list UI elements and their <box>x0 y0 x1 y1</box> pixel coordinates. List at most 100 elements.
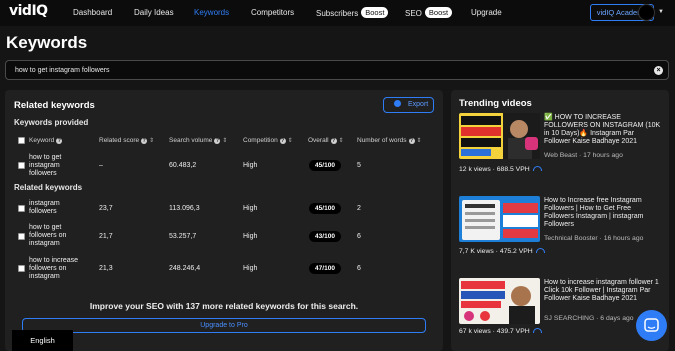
video-title[interactable]: How to increase instagram follower 1 Cli… <box>544 279 662 303</box>
nav-dashboard[interactable]: Dashboard <box>73 8 112 17</box>
keyword-cell[interactable]: how to get followers on instagram <box>29 224 89 248</box>
trending-videos-title: Trending videos <box>459 98 532 109</box>
search-volume-cell: 60.483,2 <box>169 162 197 169</box>
video-thumbnail[interactable] <box>459 278 540 324</box>
export-button[interactable]: Export <box>383 97 434 113</box>
video-stats: 67 k views · 439.7 VPH <box>459 328 542 335</box>
help-icon[interactable]: ? <box>330 138 337 144</box>
row-checkbox[interactable] <box>18 205 25 212</box>
overall-score-badge: 45/100 <box>309 160 341 171</box>
search-value[interactable]: how to get instagram followers <box>15 67 110 74</box>
help-icon[interactable]: ? <box>279 138 286 144</box>
nav-keywords[interactable]: Keywords <box>194 8 229 17</box>
video-vph: 688.5 VPH <box>496 166 530 173</box>
keyword-cell[interactable]: how to get instagram followers <box>29 154 89 178</box>
sort-icon[interactable]: ⇕ <box>417 138 422 144</box>
search-volume-cell: 53.257,7 <box>169 233 197 240</box>
help-icon[interactable]: ? <box>141 138 148 144</box>
col-competition[interactable]: Competition? ⇕ <box>243 137 293 144</box>
related-keywords-label: Related keywords <box>14 183 83 192</box>
related-score-cell: 23,7 <box>99 205 113 212</box>
video-thumbnail[interactable] <box>459 113 540 159</box>
related-score-cell: 21,7 <box>99 233 113 240</box>
video-age: 16 hours ago <box>603 235 644 242</box>
sort-icon[interactable]: ⇕ <box>288 138 293 144</box>
word-count-cell: 6 <box>357 233 361 240</box>
nav-daily-ideas[interactable]: Daily Ideas <box>134 8 174 17</box>
chat-button[interactable] <box>636 310 667 341</box>
video-channel[interactable]: SJ SEARCHING <box>544 315 594 322</box>
col-keyword-label: Keyword <box>29 137 55 144</box>
video-channel[interactable]: Web Beast <box>544 152 577 159</box>
chat-icon <box>644 318 659 332</box>
related-score-cell: 21,3 <box>99 265 113 272</box>
search-volume-cell: 113.096,3 <box>169 205 200 212</box>
video-stats: 7,7 K views · 475.2 VPH <box>459 248 545 255</box>
vph-gauge-icon <box>532 328 542 333</box>
video-thumbnail[interactable] <box>459 196 540 242</box>
help-icon[interactable]: ? <box>408 138 415 144</box>
video-title[interactable]: ✅ HOW TO INCREASE FOLLOWERS ON INSTAGRAM… <box>544 114 662 146</box>
row-checkbox[interactable] <box>18 162 25 169</box>
thumbnail-image <box>459 278 540 324</box>
select-all-checkbox[interactable] <box>18 137 25 144</box>
upgrade-to-pro-button[interactable]: Upgrade to Pro <box>22 318 426 333</box>
vidiq-logo[interactable]: vidIQ <box>9 3 48 19</box>
nav-seo[interactable]: SEO Boost <box>405 7 453 19</box>
thumbnail-image <box>459 113 540 159</box>
keyword-cell[interactable]: how to increase followers on instagram <box>29 257 95 281</box>
chevron-down-icon[interactable]: ▼ <box>658 9 664 15</box>
help-icon[interactable]: ? <box>56 138 63 144</box>
competition-cell: High <box>243 162 258 169</box>
nav-competitors[interactable]: Competitors <box>251 8 294 17</box>
competition-cell: High <box>243 233 258 240</box>
col-related-score[interactable]: Related score? ⇕ <box>99 137 154 144</box>
help-icon[interactable]: ? <box>214 138 221 144</box>
col-keyword[interactable]: Keyword? <box>29 137 63 144</box>
overall-score-badge: 43/100 <box>309 231 341 242</box>
search-volume-cell: 248.246,4 <box>169 265 201 272</box>
col-overall-label: Overall <box>308 137 329 144</box>
competition-cell: High <box>243 205 258 212</box>
search-input[interactable]: how to get instagram followers × <box>5 60 669 80</box>
col-number-of-words-label: Number of words <box>357 137 407 144</box>
col-overall[interactable]: Overall? ⇕ <box>308 137 344 144</box>
sort-icon[interactable]: ⇕ <box>222 138 227 144</box>
col-number-of-words[interactable]: Number of words? ⇕ <box>357 137 422 144</box>
video-channel[interactable]: Technical Booster <box>544 235 598 242</box>
col-search-volume[interactable]: Search volume? ⇕ <box>169 137 227 144</box>
word-count-cell: 6 <box>357 265 361 272</box>
col-related-score-label: Related score <box>99 137 140 144</box>
nav-subscribers-label: Subscribers <box>316 9 359 18</box>
thumbnail-image <box>459 196 540 242</box>
boost-badge: Boost <box>361 7 389 18</box>
video-stats: 12 k views · 688.5 VPH <box>459 166 542 173</box>
video-views: 67 k views <box>459 328 491 335</box>
top-nav: vidIQ Dashboard Daily Ideas Keywords Com… <box>0 0 675 26</box>
overall-score-badge: 45/100 <box>309 203 341 214</box>
video-channel-meta: SJ SEARCHING · 6 days ago <box>544 315 634 322</box>
video-channel-meta: Technical Booster · 16 hours ago <box>544 235 644 242</box>
nav-upgrade[interactable]: Upgrade <box>471 8 502 17</box>
video-age: 17 hours ago <box>583 152 623 159</box>
language-selector[interactable]: English <box>12 330 73 351</box>
related-keywords-title: Related keywords <box>14 100 95 111</box>
word-count-cell: 2 <box>357 205 361 212</box>
keyword-cell[interactable]: instagram followers <box>29 200 89 216</box>
overall-score-badge: 47/100 <box>309 263 341 274</box>
video-views: 12 k views <box>459 166 491 173</box>
keywords-provided-label: Keywords provided <box>14 118 89 127</box>
row-checkbox[interactable] <box>18 233 25 240</box>
sort-icon[interactable]: ⇕ <box>149 138 154 144</box>
sort-icon[interactable]: ⇕ <box>339 138 344 144</box>
nav-subscribers[interactable]: Subscribers Boost <box>316 7 389 19</box>
clear-icon[interactable]: × <box>654 66 663 75</box>
export-icon <box>394 100 401 107</box>
video-age: 6 days ago <box>600 315 634 322</box>
video-title[interactable]: How to Increase free Instagram Followers… <box>544 197 662 229</box>
avatar[interactable] <box>638 4 655 21</box>
col-search-volume-label: Search volume <box>169 137 213 144</box>
video-vph: 475.2 VPH <box>499 248 533 255</box>
page-title: Keywords <box>6 33 88 52</box>
row-checkbox[interactable] <box>18 265 25 272</box>
